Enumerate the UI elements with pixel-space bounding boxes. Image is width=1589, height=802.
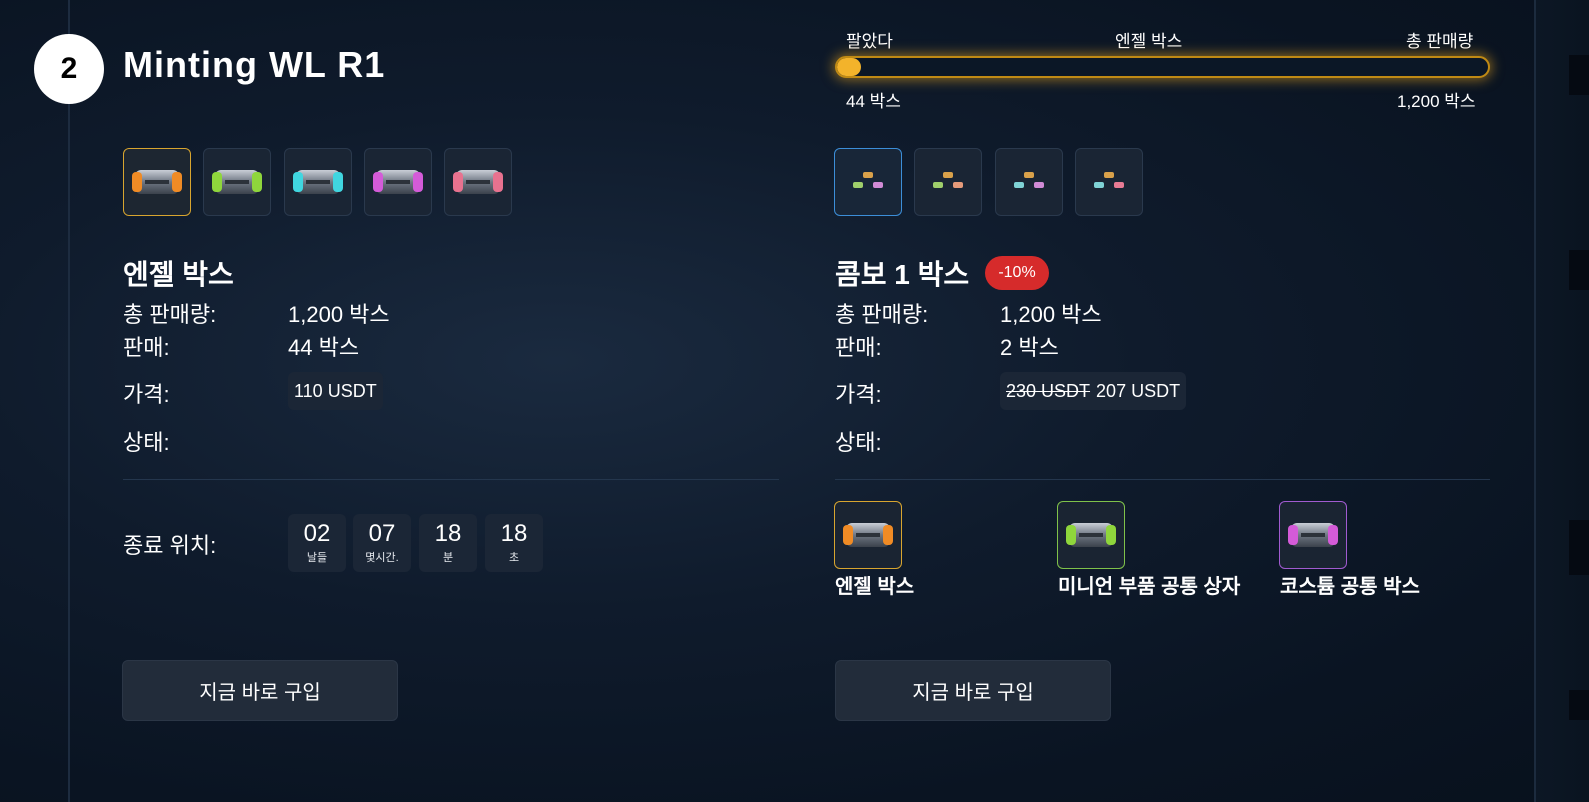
countdown-seconds-unit: 초 bbox=[508, 551, 520, 564]
original-price: 230 USDT bbox=[1006, 380, 1091, 401]
countdown-days: 02 날들 bbox=[288, 514, 346, 572]
countdown-days-unit: 날들 bbox=[306, 551, 328, 564]
combo-content-minion-parts bbox=[1057, 501, 1125, 569]
combo-thumb-4[interactable] bbox=[1075, 148, 1143, 216]
combo-thumb-3[interactable] bbox=[995, 148, 1063, 216]
sales-progress-fill bbox=[837, 58, 861, 76]
countdown-hours: 07 몇시간. bbox=[353, 514, 411, 572]
purple-crate-icon bbox=[373, 170, 423, 194]
right-buy-now-button[interactable]: 지금 바로 구입 bbox=[835, 660, 1111, 721]
edge-block bbox=[1569, 55, 1589, 95]
left-total-value: 1,200 박스 bbox=[288, 302, 390, 327]
countdown-hours-value: 07 bbox=[368, 519, 396, 547]
left-border-line bbox=[68, 0, 70, 802]
countdown-minutes-unit: 분 bbox=[442, 551, 454, 564]
box-thumb-orange[interactable] bbox=[123, 148, 191, 216]
discount-badge: -10% bbox=[985, 256, 1049, 290]
box-thumb-purple[interactable] bbox=[364, 148, 432, 216]
right-sold-value: 2 박스 bbox=[1000, 335, 1059, 360]
combo-thumb-2[interactable] bbox=[914, 148, 982, 216]
pink-crate-icon bbox=[453, 170, 503, 194]
right-divider bbox=[835, 479, 1490, 480]
right-price-label: 가격: bbox=[835, 382, 882, 407]
combo-content-name: 엔젤 박스 bbox=[835, 576, 915, 598]
combo-content-angel-box bbox=[834, 501, 902, 569]
combo-4-icon bbox=[1094, 172, 1124, 192]
right-sold-label: 판매: bbox=[835, 335, 882, 360]
combo-content-name: 코스튬 공통 박스 bbox=[1280, 576, 1420, 598]
left-sold-value: 44 박스 bbox=[288, 335, 360, 360]
progress-total-label: 총 판매량 bbox=[1406, 32, 1474, 51]
right-status-label: 상태: bbox=[835, 430, 882, 455]
right-total-value: 1,200 박스 bbox=[1000, 302, 1102, 327]
left-sold-label: 판매: bbox=[123, 335, 170, 360]
progress-box-label: 엔젤 박스 bbox=[1115, 32, 1183, 51]
progress-sold-label: 팔았다 bbox=[846, 32, 893, 51]
left-buy-now-button[interactable]: 지금 바로 구입 bbox=[122, 660, 398, 721]
edge-block bbox=[1569, 690, 1589, 720]
left-product-title: 엔젤 박스 bbox=[123, 259, 234, 290]
left-price-label: 가격: bbox=[123, 382, 170, 407]
combo-2-icon bbox=[933, 172, 963, 192]
countdown-minutes-value: 18 bbox=[434, 519, 462, 547]
orange-crate-icon bbox=[843, 523, 893, 547]
green-crate-icon bbox=[212, 170, 262, 194]
green-crate-icon bbox=[1066, 523, 1116, 547]
right-price-pill: 230 USDT 207 USDT bbox=[1000, 372, 1187, 410]
left-price-value: 110 USDT bbox=[294, 380, 377, 401]
combo-content-name: 미니언 부품 공통 상자 bbox=[1058, 576, 1241, 598]
countdown-seconds-value: 18 bbox=[500, 519, 528, 547]
progress-total-value: 1,200 박스 bbox=[1397, 92, 1476, 111]
right-total-label: 총 판매량: bbox=[835, 302, 929, 327]
countdown-hours-unit: 몇시간. bbox=[365, 551, 399, 564]
left-status-label: 상태: bbox=[123, 430, 170, 455]
combo-content-costume-box bbox=[1279, 501, 1347, 569]
box-thumb-cyan[interactable] bbox=[284, 148, 352, 216]
purple-crate-icon bbox=[1288, 523, 1338, 547]
countdown-days-value: 02 bbox=[303, 519, 331, 547]
box-thumb-green[interactable] bbox=[203, 148, 271, 216]
right-product-title: 콤보 1 박스 bbox=[835, 259, 970, 290]
round-number-badge: 2 bbox=[34, 34, 104, 104]
combo-thumb-1[interactable] bbox=[834, 148, 902, 216]
right-edge-panel bbox=[1536, 0, 1589, 802]
round-title: Minting WL R1 bbox=[123, 44, 386, 85]
progress-sold-value: 44 박스 bbox=[846, 92, 901, 111]
combo-1-icon bbox=[853, 172, 883, 192]
orange-crate-icon bbox=[132, 170, 182, 194]
left-price-pill: 110 USDT bbox=[288, 372, 383, 410]
left-total-label: 총 판매량: bbox=[123, 302, 217, 327]
cyan-crate-icon bbox=[293, 170, 343, 194]
edge-block bbox=[1569, 520, 1589, 575]
edge-block bbox=[1569, 250, 1589, 290]
countdown-seconds: 18 초 bbox=[485, 514, 543, 572]
right-price-value: 207 USDT bbox=[1096, 380, 1181, 401]
box-thumb-pink[interactable] bbox=[444, 148, 512, 216]
sales-progress-bar bbox=[835, 56, 1490, 78]
countdown-minutes: 18 분 bbox=[419, 514, 477, 572]
combo-3-icon bbox=[1014, 172, 1044, 192]
left-divider bbox=[123, 479, 779, 480]
end-time-label: 종료 위치: bbox=[123, 533, 217, 558]
